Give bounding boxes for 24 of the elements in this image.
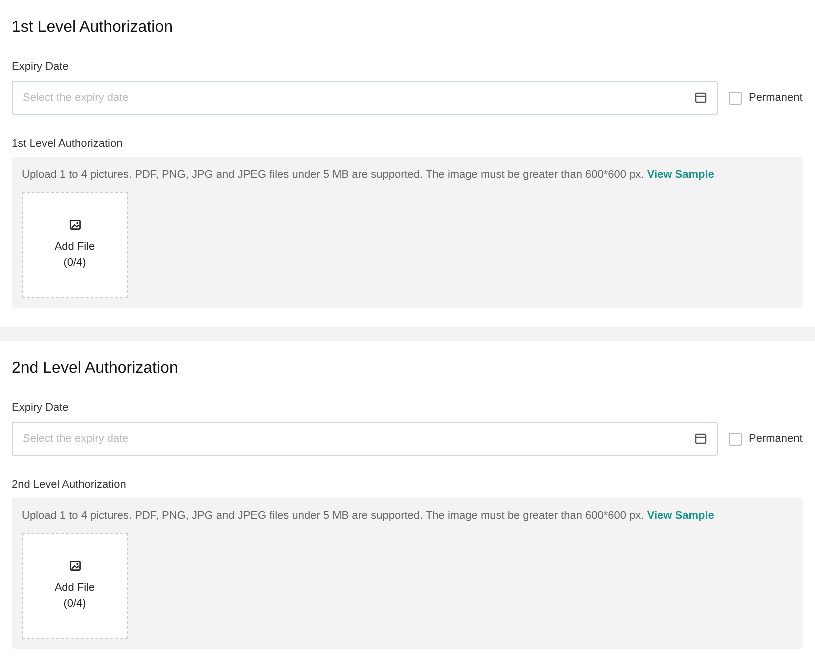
file-count: (0/4) <box>64 256 86 270</box>
checkbox[interactable] <box>729 432 742 446</box>
field-label: 1st Level Authorization <box>12 137 124 152</box>
field-label: Expiry Date <box>12 60 70 75</box>
section-title: 1st Level Authorization <box>12 18 174 38</box>
date-field[interactable]: Select the expiry date <box>12 422 718 456</box>
date-field[interactable]: Select the expiry date <box>12 81 718 115</box>
section-title: 2nd Level Authorization <box>12 359 180 379</box>
file-count: (0/4) <box>64 596 86 612</box>
add-file-button[interactable]: Add File (0/4) <box>22 192 128 298</box>
checkbox-label: Permanent <box>749 433 803 445</box>
upload-hint: Upload 1 to 4 pictures. PDF, PNG, JPG and JPEG files under 5 MB are supported. The image must be greater than 600*600 px. View Sample <box>22 509 716 524</box>
calendar-icon <box>695 433 707 445</box>
checkbox[interactable] <box>729 92 742 104</box>
field-label: Expiry Date <box>12 401 70 416</box>
image-icon <box>70 220 80 230</box>
add-file-text: Add File <box>54 240 96 254</box>
image-icon <box>70 560 80 570</box>
field-label: 2nd Level Authorization <box>12 478 128 493</box>
upload-hint: Upload 1 to 4 pictures. PDF, PNG, JPG and JPEG files under 5 MB are supported. The image must be greater than 600*600 px. View Sample <box>22 168 716 183</box>
calendar-icon <box>695 92 707 104</box>
add-file-button[interactable]: Add File (0/4) <box>22 533 128 639</box>
add-file-text: Add File <box>54 580 96 596</box>
checkbox-label: Permanent <box>749 92 803 104</box>
